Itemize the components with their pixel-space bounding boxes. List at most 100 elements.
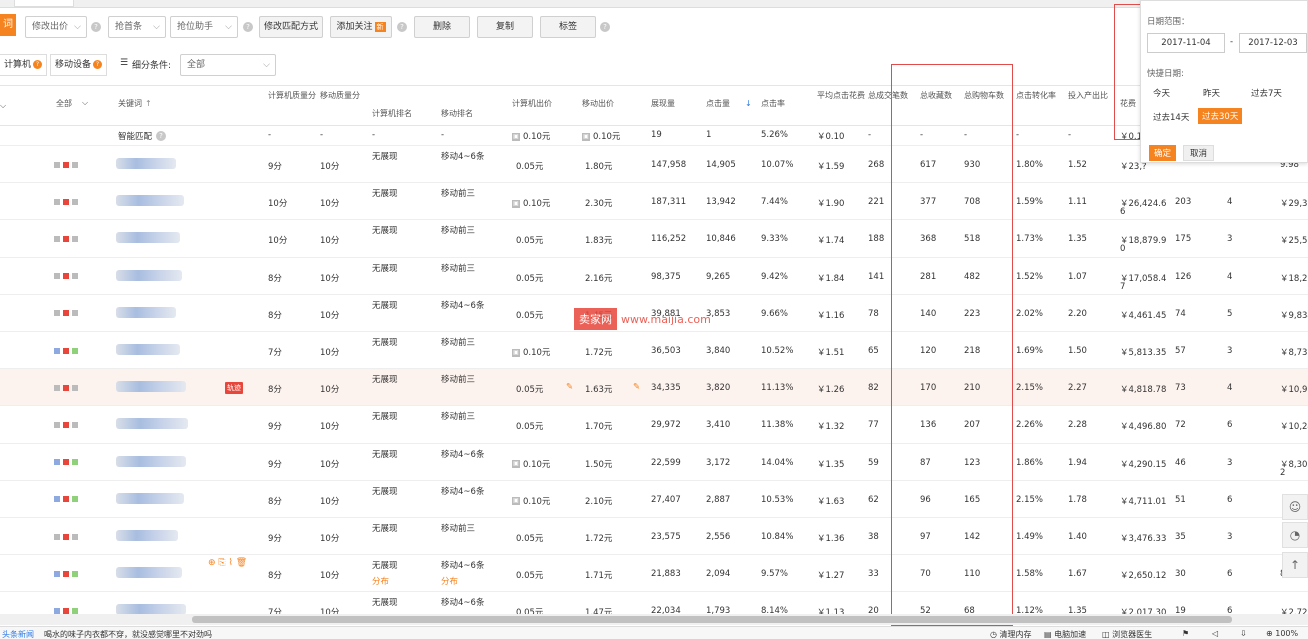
zoom-level[interactable]: ⊕ 100% [1266,629,1298,638]
scrollbar-thumb[interactable] [192,616,1232,623]
header-cart[interactable]: 总购物车数 [964,90,1004,101]
quick-today[interactable]: 今天 [1153,87,1170,99]
pc-bid-cell[interactable]: ▣ 0.10元 [512,458,550,470]
help-icon[interactable]: ? [156,131,166,141]
filter-all-label[interactable]: 全部 [56,98,72,109]
table-row[interactable]: 10分 10分 无展现 移动前三 1.83元 116,252 10,846 9.33% ￥1.7… [0,220,1308,258]
back-to-top-icon[interactable]: ↑ [1282,552,1308,578]
add-follow-button[interactable]: 添加关注新 [330,16,392,38]
help-icon[interactable]: ? [91,22,101,32]
pc-bid-cell[interactable]: ▣ 0.10元 [512,495,550,507]
header-mobile-quality[interactable]: 移动质量分 [320,90,360,101]
news-headline[interactable]: 喝水的味子内衣都不穿，就没感觉哪里不对劲吗 [44,629,212,639]
pc-speed[interactable]: ▤ 电脑加速 [1044,629,1086,639]
modify-match-button[interactable]: 修改匹配方式 [259,16,323,38]
help-icon[interactable]: ? [397,22,407,32]
distribution-link[interactable]: 分布 [372,575,389,587]
start-date-input[interactable]: 2017-11-04 [1147,33,1225,53]
left-tab-keyword[interactable]: 词 [0,14,16,36]
table-row[interactable]: 8分 10分 无展现 移动4~6条 2.10元 27,407 2,887 10.53% ￥1.6… [0,481,1308,518]
header-roi[interactable]: 投入产出比 [1068,90,1108,101]
sub-condition-select[interactable]: 全部 ⌵ [180,54,276,76]
header-cost[interactable]: 花费 [1120,98,1136,109]
modify-bid-select[interactable]: 修改出价 ⌵ [25,16,87,38]
table-row[interactable]: 9分 10分 无展现 移动前三 1.70元 29,972 3,410 11.38% ￥1.32 7… [0,406,1308,444]
header-pc-bid[interactable]: 计算机出价 [512,98,552,109]
help-icon[interactable]: ? [600,22,610,32]
keyword-redacted[interactable] [116,195,184,207]
clear-memory[interactable]: ◷ 清理内存 [990,629,1032,639]
header-ctr[interactable]: 点击率 [761,98,785,109]
keyword-redacted[interactable] [116,455,186,467]
quick-last14[interactable]: 过去14天 [1153,111,1189,123]
tab-precise-search[interactable] [14,0,74,7]
pc-bid-cell[interactable]: 0.05元 [516,532,543,544]
quick-yesterday[interactable]: 昨天 [1203,87,1220,99]
end-date-input[interactable]: 2017-12-03 [1239,33,1307,53]
rank-helper-select[interactable]: 抢位助手 ⌵ [170,16,238,38]
keyword-redacted[interactable] [116,158,176,169]
confirm-button[interactable]: 确定 [1149,145,1177,161]
horizontal-scrollbar[interactable] [0,614,1308,625]
header-keyword[interactable]: 关键词 [118,98,142,109]
customer-service-icon[interactable]: ☺ [1282,494,1308,520]
help-icon[interactable]: ? [243,22,253,32]
pc-bid-cell[interactable]: 0.05元 [516,234,543,246]
pc-bid-cell[interactable]: 0.05元 [516,569,543,581]
pc-bid-cell[interactable]: 0.05元 [516,309,543,321]
header-pc-quality[interactable]: 计算机质量分 [268,90,316,101]
header-avg-cpc[interactable]: 平均点击花费 [817,90,865,101]
keyword-redacted[interactable] [116,492,184,504]
copy-button[interactable]: 复制 [477,16,533,38]
keyword-redacted[interactable] [116,530,178,541]
keyword-redacted[interactable] [116,232,180,244]
table-row[interactable]: 8分 10分 无展现 移动前三 2.16元 98,375 9,265 9.42% ￥1.84 14… [0,258,1308,295]
keyword-redacted[interactable] [116,269,182,281]
distribution-link[interactable]: 分布 [441,575,458,587]
table-row[interactable]: 8分 10分 无展现 移动前三 1.63元 34,335 3,820 11.13% ￥1.26 8… [0,369,1308,407]
edit-bid-icon[interactable]: ✎ [633,382,640,392]
table-row[interactable]: 9分 10分 无展现 移动前三 1.72元 23,575 2,556 10.84% ￥1.36 3… [0,518,1308,556]
quick-last30[interactable]: 过去30天 [1198,108,1243,124]
flag-icon[interactable]: ⚑ [1182,629,1189,638]
header-impressions[interactable]: 展现量 [651,98,675,109]
header-clicks[interactable]: 点击量 [706,98,730,109]
table-row[interactable]: 10分 10分 无展现 移动前三 2.30元 187,311 13,942 7.44% ￥1.9… [0,183,1308,221]
header-conv-rate[interactable]: 点击转化率 [1016,90,1056,101]
download-icon[interactable]: ⇩ [1240,629,1247,638]
table-row[interactable]: 9分 10分 无展现 移动4~6条 1.80元 147,958 14,905 10.07% ￥1… [0,146,1308,184]
keyword-redacted[interactable] [116,306,176,318]
tab-pc[interactable]: 计算机? [0,54,48,76]
header-mobile-bid[interactable]: 移动出价 [582,98,614,109]
browser-doctor[interactable]: ◫ 浏览器医生 [1102,629,1152,639]
pc-bid-cell[interactable]: ▣ 0.10元 [512,197,550,209]
quick-last7[interactable]: 过去7天 [1251,87,1282,99]
table-row[interactable]: 9分 10分 无展现 移动4~6条 1.50元 22,599 3,172 14.04% ￥1.3… [0,444,1308,481]
tab-mobile[interactable]: 移动设备? [50,54,108,76]
header-fav-items[interactable]: 总收藏数 [920,90,952,101]
pc-bid-cell[interactable]: 0.05元 [516,420,543,432]
cancel-button[interactable]: 取消 [1183,145,1215,161]
table-row[interactable]: 7分 10分 无展现 移动前三 1.72元 36,503 3,840 10.52% ￥1.51 6… [0,332,1308,370]
keyword-redacted[interactable] [116,418,188,430]
keyword-redacted[interactable] [116,567,182,579]
rank-select[interactable]: 抢首条 ⌵ [108,16,166,38]
sort-icon[interactable]: ↑ [145,98,152,109]
header-total-deals[interactable]: 总成交笔数 [868,90,912,101]
feedback-icon[interactable]: ◔ [1282,522,1308,548]
tag-button[interactable]: 标签 [540,16,596,38]
news-label[interactable]: 头条新闻 [2,629,34,639]
chevron-down-icon[interactable]: ⌵ [82,97,88,108]
table-row[interactable]: 8分 10分 无展现 移动4~6条 1.71元 21,883 2,094 9.57% ￥1.27… [0,555,1308,593]
keyword-redacted[interactable] [116,381,186,393]
delete-button[interactable]: 删除 [414,16,470,38]
pc-bid-cell[interactable]: 0.05元 [516,383,543,395]
edit-bid-icon[interactable]: ✎ [566,382,573,392]
track-badge[interactable]: 轨迹 [225,382,243,395]
sort-desc-icon[interactable]: ↓ [745,98,752,109]
volume-icon[interactable]: ◁ [1212,629,1218,638]
pc-bid-cell[interactable]: 0.05元 [516,160,543,172]
pc-bid-cell[interactable]: ▣ 0.10元 [512,346,550,358]
pc-bid-cell[interactable]: 0.05元 [516,272,543,284]
keyword-redacted[interactable] [116,344,180,355]
